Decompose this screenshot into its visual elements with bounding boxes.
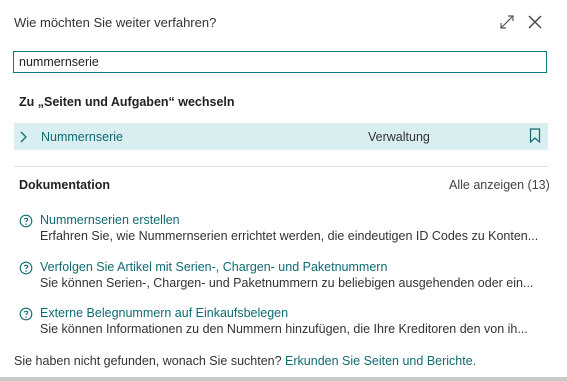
doc-item[interactable]: Nummernserien erstellen Erfahren Sie, wi… bbox=[19, 213, 539, 247]
dialog-title: Wie möchten Sie weiter verfahren? bbox=[14, 15, 217, 30]
doc-item[interactable]: Verfolgen Sie Artikel mit Serien-, Charg… bbox=[19, 260, 539, 294]
section-divider bbox=[14, 166, 548, 167]
doc-title[interactable]: Verfolgen Sie Artikel mit Serien-, Charg… bbox=[40, 260, 387, 274]
chevron-right-icon[interactable] bbox=[19, 130, 29, 148]
documentation-heading: Dokumentation bbox=[19, 178, 110, 192]
result-category: Verwaltung bbox=[368, 130, 430, 144]
help-icon bbox=[19, 307, 33, 326]
pages-section-heading: Zu „Seiten und Aufgaben“ wechseln bbox=[19, 95, 235, 109]
expand-icon bbox=[500, 15, 514, 29]
doc-title[interactable]: Externe Belegnummern auf Einkaufsbelegen bbox=[40, 306, 288, 320]
result-name[interactable]: Nummernserie bbox=[41, 130, 123, 144]
bottom-edge bbox=[0, 377, 567, 381]
doc-description: Sie können Informationen zu den Nummern … bbox=[40, 322, 528, 336]
doc-description: Sie können Serien-, Chargen- und Paketnu… bbox=[40, 276, 534, 290]
footer: Sie haben nicht gefunden, wonach Sie suc… bbox=[14, 354, 476, 368]
bookmark-icon[interactable] bbox=[529, 128, 541, 148]
close-icon bbox=[528, 15, 542, 29]
result-row-nummernserie[interactable]: Nummernserie Verwaltung bbox=[14, 123, 548, 150]
help-icon bbox=[19, 214, 33, 233]
close-button[interactable] bbox=[525, 12, 545, 32]
expand-button[interactable] bbox=[497, 12, 517, 32]
footer-text: Sie haben nicht gefunden, wonach Sie suc… bbox=[14, 354, 282, 368]
tell-me-dialog: Wie möchten Sie weiter verfahren? Zu „Se… bbox=[0, 0, 567, 381]
search-input[interactable] bbox=[13, 51, 547, 73]
doc-title[interactable]: Nummernserien erstellen bbox=[40, 213, 180, 227]
explore-pages-link[interactable]: Erkunden Sie Seiten und Berichte. bbox=[285, 354, 476, 368]
help-icon bbox=[19, 261, 33, 280]
show-all-link[interactable]: Alle anzeigen (13) bbox=[449, 178, 550, 192]
doc-item[interactable]: Externe Belegnummern auf Einkaufsbelegen… bbox=[19, 306, 539, 340]
doc-description: Erfahren Sie, wie Nummernserien errichte… bbox=[40, 229, 539, 243]
